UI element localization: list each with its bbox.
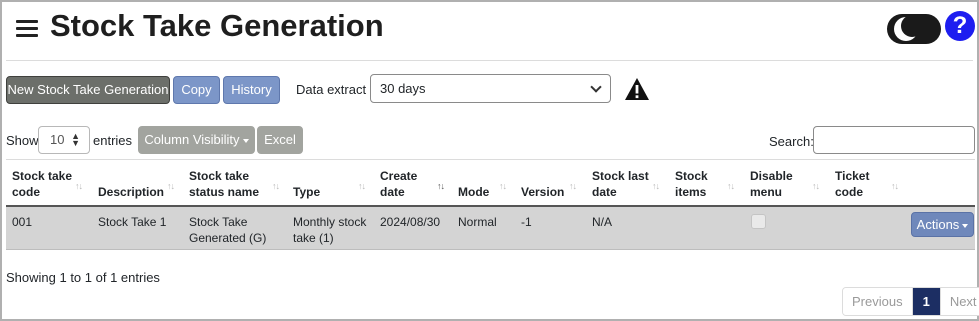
sort-icon[interactable]: ↑↓ bbox=[891, 181, 899, 191]
table-header: Stock take code ↑↓ Description ↑↓ Stock t… bbox=[6, 160, 975, 207]
moon-icon bbox=[894, 15, 923, 41]
sort-icon[interactable]: ↑↓ bbox=[75, 181, 83, 191]
actions-button[interactable]: Actions bbox=[911, 212, 974, 237]
col-header-stock-items[interactable]: Stock items bbox=[675, 168, 708, 200]
chevron-down-icon bbox=[590, 81, 602, 93]
col-header-version[interactable]: Version bbox=[521, 168, 564, 200]
sort-icon[interactable]: ↑↓ bbox=[272, 181, 280, 191]
excel-button[interactable]: Excel bbox=[257, 126, 303, 154]
sort-icon[interactable]: ↑↓ bbox=[569, 181, 577, 191]
pagination: Previous 1 Next bbox=[842, 287, 979, 316]
table-body: 001 Stock Take 1 Stock Take Generated (G)… bbox=[6, 207, 975, 250]
sort-icon[interactable]: ↑↓ bbox=[727, 181, 735, 191]
column-visibility-label: Column Visibility bbox=[144, 132, 240, 147]
sort-icon[interactable]: ↑↓ bbox=[812, 181, 820, 191]
disable-menu-checkbox[interactable] bbox=[751, 214, 766, 229]
help-icon[interactable]: ? bbox=[945, 11, 975, 41]
actions-label: Actions bbox=[916, 217, 960, 232]
entries-label: entries bbox=[93, 133, 133, 148]
cell-mode: Normal bbox=[458, 215, 497, 229]
menu-icon[interactable] bbox=[16, 20, 38, 38]
table-info: Showing 1 to 1 of 1 entries bbox=[6, 270, 160, 285]
cell-create-date: 2024/08/30 bbox=[380, 215, 441, 229]
col-header-status-name[interactable]: Stock take status name bbox=[189, 168, 259, 200]
column-visibility-button[interactable]: Column Visibility bbox=[138, 126, 255, 154]
sort-icon[interactable]: ↑↓ bbox=[167, 181, 175, 191]
history-button[interactable]: History bbox=[223, 76, 280, 104]
cell-description: Stock Take 1 bbox=[98, 215, 167, 229]
cell-type: Monthly stock take (1) bbox=[293, 215, 367, 245]
cell-stock-last-date: N/A bbox=[592, 215, 613, 229]
search-label: Search: bbox=[769, 134, 814, 149]
cell-code: 001 bbox=[12, 215, 33, 229]
col-header-disable-menu[interactable]: Disable menu bbox=[750, 168, 793, 200]
warning-icon bbox=[625, 78, 649, 100]
sort-icon[interactable]: ↑↓ bbox=[499, 181, 507, 191]
col-header-stock-take-code[interactable]: Stock take code bbox=[12, 168, 72, 200]
col-header-create-date[interactable]: Create date bbox=[380, 168, 417, 200]
table-row[interactable]: 001 Stock Take 1 Stock Take Generated (G)… bbox=[6, 207, 975, 250]
previous-page-button[interactable]: Previous bbox=[843, 288, 912, 315]
page-length-value: 10 bbox=[50, 132, 65, 147]
header-divider bbox=[6, 60, 973, 61]
col-header-stock-last-date[interactable]: Stock last date bbox=[592, 168, 649, 200]
copy-button[interactable]: Copy bbox=[173, 76, 220, 104]
caret-down-icon bbox=[242, 138, 249, 143]
cell-version: -1 bbox=[521, 215, 532, 229]
data-extract-value: 30 days bbox=[380, 81, 426, 96]
col-header-mode[interactable]: Mode bbox=[458, 168, 489, 200]
next-page-button[interactable]: Next bbox=[939, 288, 979, 315]
sort-icon[interactable]: ↑↓ bbox=[652, 181, 660, 191]
page-1-button[interactable]: 1 bbox=[911, 288, 940, 315]
cell-status-name: Stock Take Generated (G) bbox=[189, 215, 267, 245]
col-header-ticket-code[interactable]: Ticket code bbox=[835, 168, 869, 200]
data-extract-select[interactable]: 30 days bbox=[370, 74, 611, 103]
new-stock-take-button[interactable]: New Stock Take Generation bbox=[6, 76, 170, 104]
sort-desc-icon[interactable]: ↑↓ bbox=[437, 181, 445, 191]
col-header-description[interactable]: Description bbox=[98, 168, 164, 200]
sort-icon[interactable]: ↑↓ bbox=[358, 181, 366, 191]
stock-take-table: Stock take code ↑↓ Description ↑↓ Stock t… bbox=[6, 159, 975, 250]
search-input[interactable] bbox=[813, 126, 975, 154]
caret-down-icon bbox=[962, 223, 969, 228]
data-extract-label: Data extract bbox=[296, 82, 367, 97]
spinner-arrows-icon: ▲ ▼ bbox=[71, 131, 80, 148]
dark-mode-toggle[interactable] bbox=[887, 14, 941, 44]
show-label: Show bbox=[6, 133, 39, 148]
col-header-type[interactable]: Type bbox=[293, 168, 320, 200]
page-title: Stock Take Generation bbox=[50, 8, 384, 43]
page-length-select[interactable]: 10 ▲ ▼ bbox=[38, 126, 90, 154]
